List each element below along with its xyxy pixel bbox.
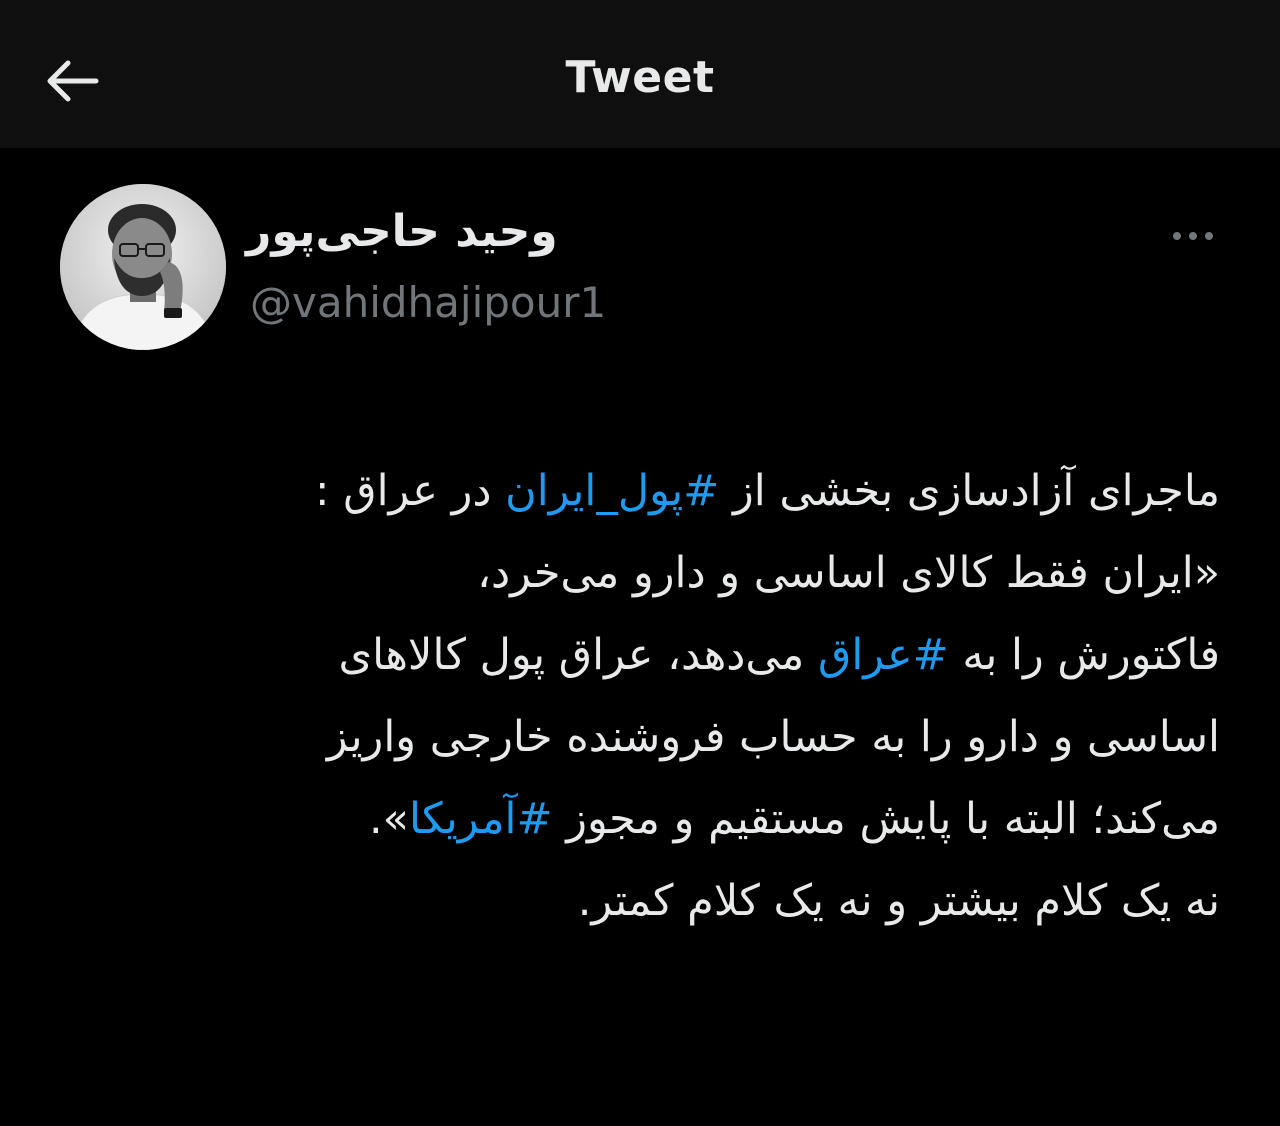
avatar-photo bbox=[60, 184, 226, 350]
author-display-name[interactable]: وحید حاجی‌پور bbox=[246, 206, 606, 257]
tweet-line: اساسی و دارو را به حساب فروشنده خارجی وا… bbox=[70, 696, 1220, 778]
tweet-text: ماجرای آزادسازی بخشی از #پول_ایران در عر… bbox=[70, 450, 1220, 942]
hashtag-link[interactable]: #عراق bbox=[818, 630, 949, 680]
tweet-text-segment: اساسی و دارو را به حساب فروشنده خارجی وا… bbox=[326, 712, 1220, 762]
tweet-text-segment: نه یک کلام بیشتر و نه یک کلام کمتر. bbox=[577, 876, 1220, 926]
tweet-text-segment: فاکتورش را به bbox=[948, 630, 1220, 680]
tweet-line: نه یک کلام بیشتر و نه یک کلام کمتر. bbox=[70, 860, 1220, 942]
hashtag-link[interactable]: #پول_ایران bbox=[505, 466, 719, 516]
more-horizontal-icon bbox=[1173, 232, 1213, 240]
hashtag-link[interactable]: #آمریکا bbox=[409, 794, 553, 844]
tweet-text-segment: ماجرای آزادسازی بخشی از bbox=[719, 466, 1220, 516]
more-options-button[interactable] bbox=[1168, 214, 1218, 258]
author-handle[interactable]: @vahidhajipour1 bbox=[250, 278, 606, 327]
page-title: Tweet bbox=[565, 52, 715, 103]
tweet-card: وحید حاجی‌پور @vahidhajipour1 ماجرای آزا… bbox=[0, 148, 1280, 1126]
tweet-line: می‌کند؛ البته با پایش مستقیم و مجوز #آمر… bbox=[70, 778, 1220, 860]
tweet-text-segment: ». bbox=[368, 794, 409, 844]
tweet-text-segment: می‌دهد، عراق پول کالاهای bbox=[338, 630, 818, 680]
tweet-line: «ایران فقط کالای اساسی و دارو می‌خرد، bbox=[70, 532, 1220, 614]
tweet-text-segment: در عراق : bbox=[315, 466, 506, 516]
tweet-line: فاکتورش را به #عراق می‌دهد، عراق پول کال… bbox=[70, 614, 1220, 696]
avatar[interactable] bbox=[60, 184, 226, 350]
tweet-line: ماجرای آزادسازی بخشی از #پول_ایران در عر… bbox=[70, 450, 1220, 532]
tweet-text-segment: می‌کند؛ البته با پایش مستقیم و مجوز bbox=[552, 794, 1220, 844]
tweet-text-segment: «ایران فقط کالای اساسی و دارو می‌خرد، bbox=[477, 548, 1220, 598]
top-bar: Tweet bbox=[0, 0, 1280, 148]
